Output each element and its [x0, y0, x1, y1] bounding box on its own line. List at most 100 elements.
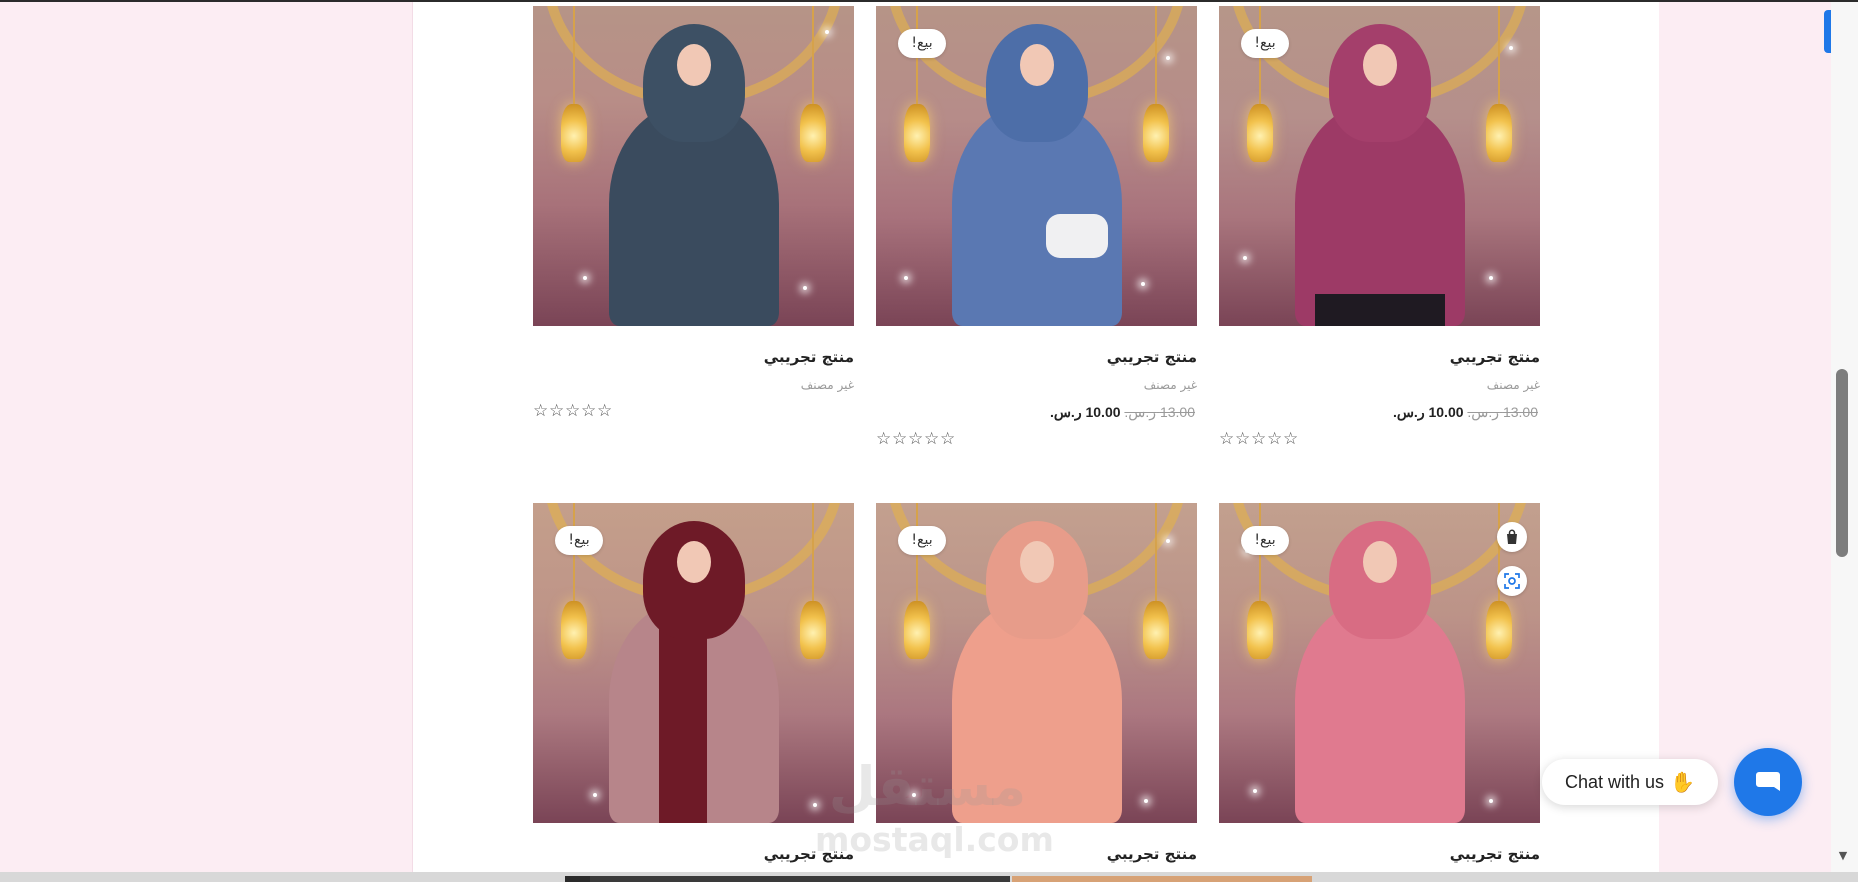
- scrollbar-thumb[interactable]: [1836, 369, 1848, 557]
- sparkle-icon: [912, 793, 916, 797]
- product-card[interactable]: منتج تجريبي غير مصنف ☆ ☆ ☆ ☆ ☆: [533, 6, 854, 420]
- star-icon: ☆: [908, 429, 924, 449]
- sale-badge: بيع!: [898, 29, 946, 58]
- sparkle-icon: [1144, 799, 1148, 803]
- product-card[interactable]: بيع! منتج تجريبي: [1219, 503, 1540, 865]
- quick-view-button[interactable]: [1497, 566, 1527, 596]
- lantern-icon: [1143, 503, 1169, 659]
- shopping-bag-icon: [1507, 529, 1517, 544]
- lantern-icon: [1247, 6, 1273, 162]
- product-title[interactable]: منتج تجريبي: [1219, 346, 1540, 368]
- star-icon: ☆: [533, 401, 549, 421]
- side-accessibility-tab[interactable]: [1824, 10, 1831, 53]
- face-shape: [1019, 541, 1054, 583]
- lantern-icon: [1486, 503, 1512, 659]
- product-category[interactable]: غير مصنف: [1219, 376, 1540, 394]
- sparkle-icon: [1489, 276, 1493, 280]
- product-price: 13.00 ر.س. 10.00 ر.س.: [1219, 402, 1540, 422]
- product-image[interactable]: بيع!: [1219, 6, 1540, 326]
- lantern-icon: [1486, 6, 1512, 162]
- taskbar-strip: [0, 872, 1858, 882]
- handbag-icon: [1045, 214, 1108, 258]
- product-category[interactable]: غير مصنف: [533, 376, 854, 394]
- sparkle-icon: [593, 793, 597, 797]
- chat-icon: [1756, 772, 1780, 791]
- new-price: 10.00 ر.س.: [1392, 404, 1464, 420]
- sparkle-icon: [1243, 256, 1247, 260]
- star-icon: ☆: [1283, 429, 1299, 449]
- lantern-icon: [561, 503, 587, 659]
- scroll-down-arrow-icon[interactable]: ▼: [1836, 849, 1850, 863]
- star-icon: ☆: [549, 401, 565, 421]
- star-icon: ☆: [1267, 429, 1283, 449]
- face-shape: [676, 44, 711, 86]
- model-figure: [1285, 24, 1475, 326]
- star-icon: ☆: [892, 429, 908, 449]
- model-figure: [1285, 521, 1475, 823]
- sale-badge: بيع!: [1241, 29, 1289, 58]
- lantern-icon: [1143, 6, 1169, 162]
- lantern-icon: [800, 6, 826, 162]
- old-price: 13.00 ر.س.: [1467, 404, 1538, 420]
- product-card[interactable]: بيع! منتج تجريبي: [533, 503, 854, 865]
- product-image[interactable]: [533, 6, 854, 326]
- sparkle-icon: [1489, 799, 1493, 803]
- product-card[interactable]: بيع! منتج تجريبي غير مصنف 13.00 ر.س. 10.…: [876, 6, 1197, 448]
- face-shape: [676, 541, 711, 583]
- star-icon: ☆: [581, 401, 597, 421]
- lantern-icon: [904, 503, 930, 659]
- waving-hand-icon: ✋: [1670, 771, 1695, 794]
- chat-label: Chat with us: [1565, 771, 1665, 792]
- left-side-panel: [0, 2, 413, 872]
- rating-stars: ☆ ☆ ☆ ☆ ☆: [533, 402, 854, 420]
- sparkle-icon: [825, 30, 829, 34]
- product-card[interactable]: بيع! منتج تجريبي: [876, 503, 1197, 865]
- quick-view-icon: [1504, 573, 1520, 589]
- sparkle-icon: [904, 276, 908, 280]
- face-shape: [1019, 44, 1054, 86]
- model-figure: [942, 24, 1132, 326]
- chat-prompt[interactable]: Chat with us ✋: [1542, 759, 1718, 805]
- taskbar-segment: [1012, 876, 1312, 882]
- product-title[interactable]: منتج تجريبي: [876, 843, 1197, 865]
- old-price: 13.00 ر.س.: [1124, 404, 1195, 420]
- sale-badge: بيع!: [1241, 526, 1289, 555]
- add-to-cart-button[interactable]: [1497, 522, 1527, 552]
- star-icon: ☆: [1235, 429, 1251, 449]
- star-icon: ☆: [1219, 429, 1235, 449]
- product-price: 13.00 ر.س. 10.00 ر.س.: [876, 402, 1197, 422]
- star-icon: ☆: [1251, 429, 1267, 449]
- star-icon: ☆: [565, 401, 581, 421]
- star-icon: ☆: [924, 429, 940, 449]
- product-title[interactable]: منتج تجريبي: [1219, 843, 1540, 865]
- sale-badge: بيع!: [555, 526, 603, 555]
- lantern-icon: [1247, 503, 1273, 659]
- product-image[interactable]: بيع!: [1219, 503, 1540, 823]
- sparkle-icon: [1141, 282, 1145, 286]
- star-icon: ☆: [597, 401, 613, 421]
- chat-launcher-button[interactable]: [1734, 748, 1802, 816]
- model-figure: [599, 24, 789, 326]
- sparkle-icon: [1253, 789, 1257, 793]
- rating-stars: ☆ ☆ ☆ ☆ ☆: [1219, 430, 1540, 448]
- sparkle-icon: [583, 276, 587, 280]
- star-icon: ☆: [940, 429, 956, 449]
- product-title[interactable]: منتج تجريبي: [533, 843, 854, 865]
- model-figure: [599, 521, 789, 823]
- face-shape: [1362, 44, 1397, 86]
- right-side-panel: [1659, 2, 1831, 872]
- product-category[interactable]: غير مصنف: [876, 376, 1197, 394]
- product-image[interactable]: بيع!: [876, 503, 1197, 823]
- product-title[interactable]: منتج تجريبي: [533, 346, 854, 368]
- product-image[interactable]: بيع!: [876, 6, 1197, 326]
- sparkle-icon: [1509, 46, 1513, 50]
- skirt-shape: [1314, 294, 1445, 326]
- sale-badge: بيع!: [898, 526, 946, 555]
- product-title[interactable]: منتج تجريبي: [876, 346, 1197, 368]
- model-figure: [942, 521, 1132, 823]
- lantern-icon: [904, 6, 930, 162]
- sparkle-icon: [803, 286, 807, 290]
- product-image[interactable]: بيع!: [533, 503, 854, 823]
- rating-stars: ☆ ☆ ☆ ☆ ☆: [876, 430, 1197, 448]
- product-card[interactable]: بيع! منتج تجريبي غير مصنف 13.00 ر.س. 10.…: [1219, 6, 1540, 448]
